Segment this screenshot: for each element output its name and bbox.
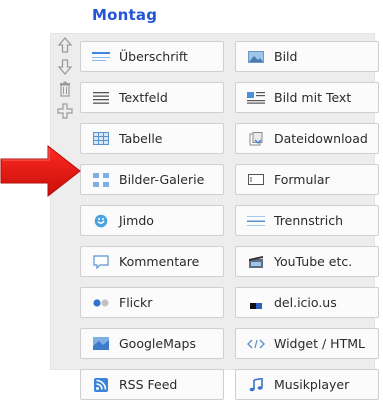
red-arrow-icon — [0, 145, 81, 197]
file-download-icon — [247, 131, 265, 146]
image-text-icon — [247, 91, 265, 105]
button-label: Dateidownload — [274, 131, 368, 146]
text-lines-icon — [92, 91, 110, 105]
button-label: Musikplayer — [274, 377, 350, 392]
add-flickr-button[interactable]: Flickr — [80, 287, 224, 318]
add-heading-button[interactable]: Überschrift — [80, 41, 224, 72]
add-rss-button[interactable]: RSS Feed — [80, 369, 224, 400]
add-form-button[interactable]: Formular — [235, 164, 379, 195]
add-video-button[interactable]: YouTube etc. — [235, 246, 379, 277]
button-label: Textfeld — [119, 90, 168, 105]
button-label: Trennstrich — [274, 213, 344, 228]
heading-icon — [92, 50, 110, 64]
add-image-text-button[interactable]: Bild mit Text — [235, 82, 379, 113]
button-label: GoogleMaps — [119, 336, 196, 351]
button-label: Widget / HTML — [274, 336, 365, 351]
rss-icon — [92, 377, 110, 392]
button-label: RSS Feed — [119, 377, 178, 392]
button-label: Bilder-Galerie — [119, 172, 205, 187]
table-icon — [92, 132, 110, 146]
code-icon — [247, 337, 265, 351]
delicious-icon — [247, 296, 265, 310]
flickr-icon — [92, 296, 110, 310]
gallery-icon — [92, 172, 110, 187]
button-label: YouTube etc. — [274, 254, 353, 269]
arrow-down-icon[interactable] — [57, 59, 73, 75]
plus-icon[interactable] — [57, 103, 73, 119]
jimdo-icon — [92, 214, 110, 228]
button-label: Kommentare — [119, 254, 200, 269]
trash-icon[interactable] — [57, 81, 73, 97]
button-label: del.icio.us — [274, 295, 337, 310]
form-icon — [247, 173, 265, 187]
divider-icon — [247, 214, 265, 228]
side-controls — [57, 37, 73, 125]
add-comments-button[interactable]: Kommentare — [80, 246, 224, 277]
add-jimdo-button[interactable]: Jimdo — [80, 205, 224, 236]
add-widget-button[interactable]: Widget / HTML — [235, 328, 379, 359]
add-delicious-button[interactable]: del.icio.us — [235, 287, 379, 318]
video-icon — [247, 255, 265, 269]
image-icon — [247, 50, 265, 64]
button-label: Flickr — [119, 295, 153, 310]
add-textfield-button[interactable]: Textfeld — [80, 82, 224, 113]
add-musicplayer-button[interactable]: Musikplayer — [235, 369, 379, 400]
add-file-download-button[interactable]: Dateidownload — [235, 123, 379, 154]
button-label: Bild — [274, 49, 298, 64]
comment-icon — [92, 254, 110, 269]
music-icon — [247, 377, 265, 392]
arrow-up-icon[interactable] — [57, 37, 73, 53]
page-title: Montag — [92, 6, 158, 24]
add-image-button[interactable]: Bild — [235, 41, 379, 72]
button-label: Formular — [274, 172, 330, 187]
button-label: Überschrift — [119, 49, 188, 64]
button-label: Tabelle — [119, 131, 163, 146]
add-gallery-button[interactable]: Bilder-Galerie — [80, 164, 224, 195]
add-table-button[interactable]: Tabelle — [80, 123, 224, 154]
button-label: Jimdo — [119, 213, 154, 228]
add-divider-button[interactable]: Trennstrich — [235, 205, 379, 236]
add-googlemaps-button[interactable]: GoogleMaps — [80, 328, 224, 359]
map-icon — [92, 337, 110, 351]
button-label: Bild mit Text — [274, 90, 352, 105]
